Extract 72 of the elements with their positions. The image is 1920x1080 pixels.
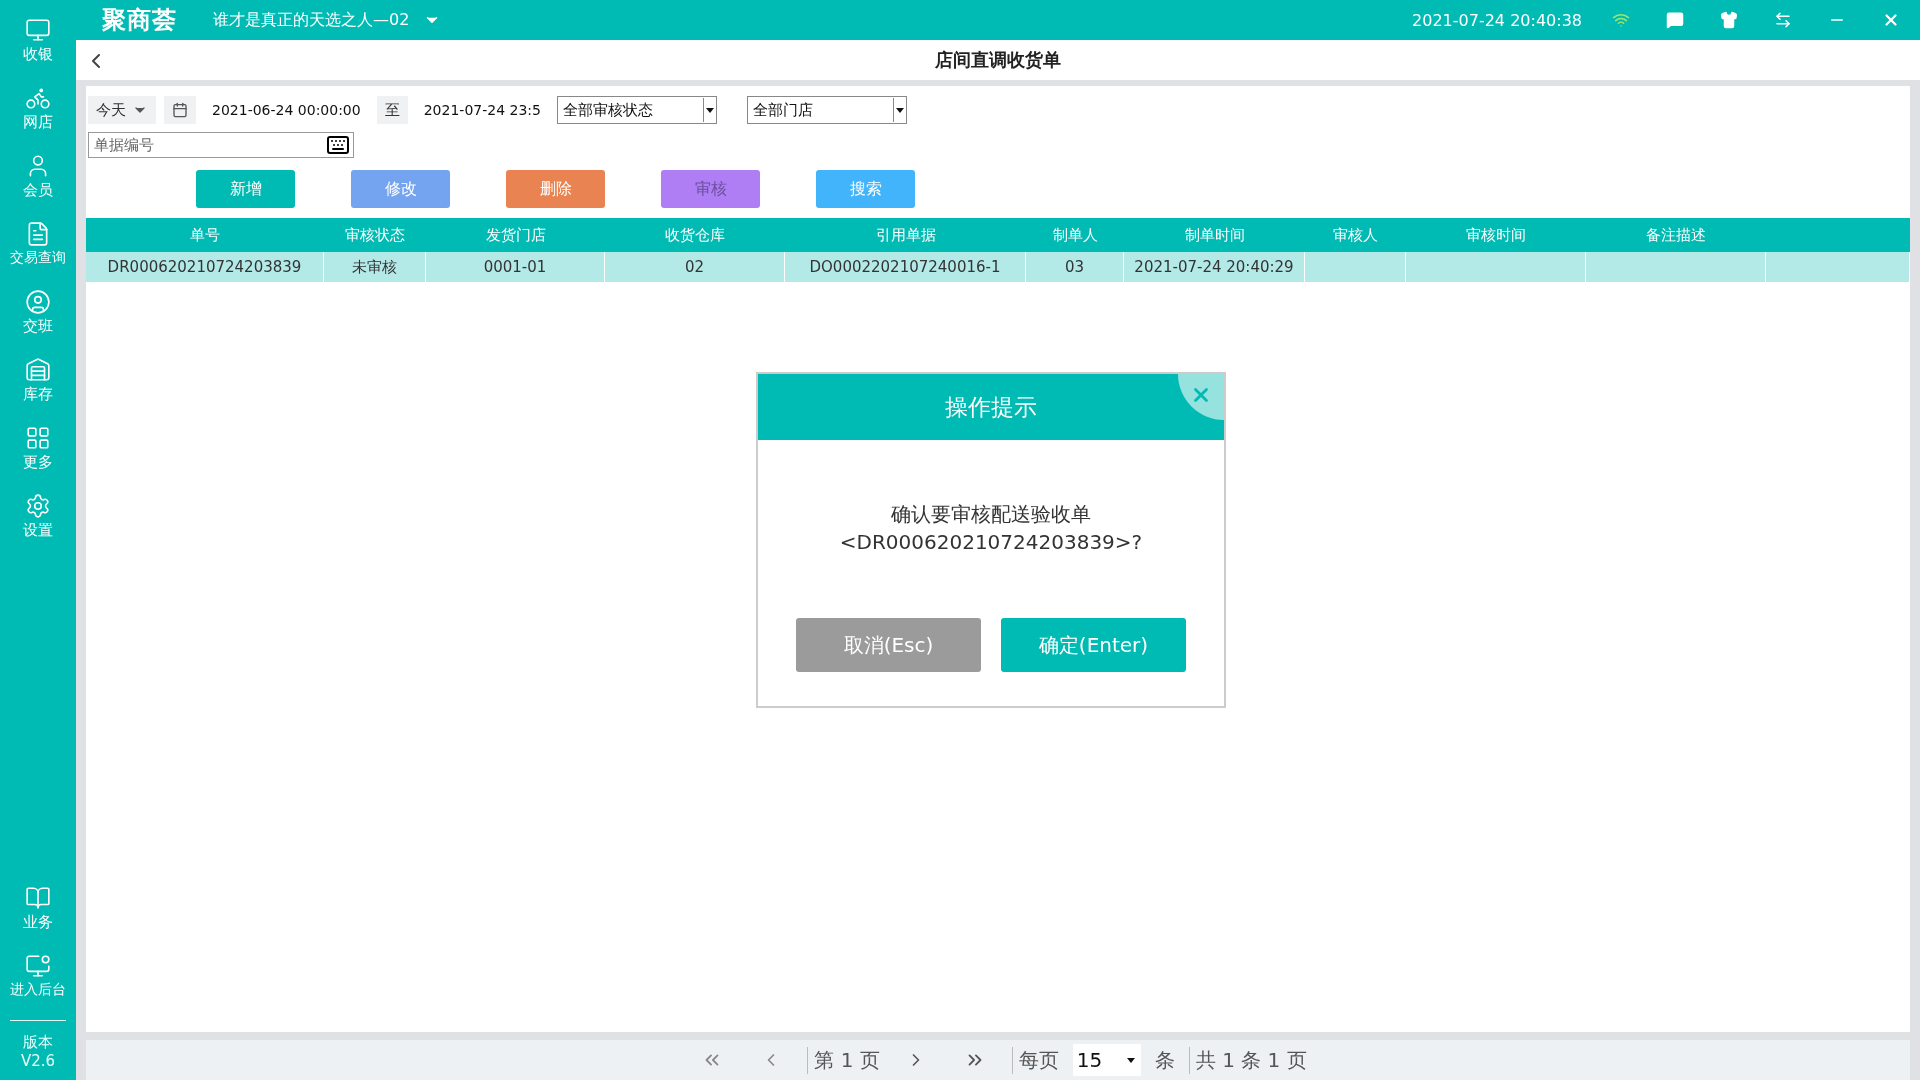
shirt-icon[interactable]: [1720, 11, 1738, 29]
keyboard-icon[interactable]: [326, 133, 350, 157]
table-cell: 03: [1026, 252, 1124, 282]
per-page-unit: 条: [1154, 1046, 1175, 1074]
grid-icon: [25, 424, 51, 451]
app-logo: 聚商荟: [102, 5, 177, 36]
table-cell: DO0002202107240016-1: [785, 252, 1026, 282]
column-header: 审核时间: [1465, 224, 1527, 246]
sidebar-item[interactable]: 库存: [23, 346, 53, 414]
sidebar-item[interactable]: 交班: [23, 278, 53, 346]
to-label: 至: [376, 96, 408, 124]
sidebar-item[interactable]: 设置: [23, 482, 53, 550]
per-page-dropdown[interactable]: 15: [1072, 1044, 1141, 1076]
date-to[interactable]: 2021-07-24 23:5: [415, 102, 549, 118]
column-header: 备注描述: [1645, 224, 1707, 246]
caret-icon: [1126, 1057, 1135, 1063]
sidebar-item[interactable]: 更多: [23, 414, 53, 482]
dialog-title: 操作提示: [945, 392, 1037, 422]
house-icon: [25, 356, 51, 383]
swap-icon[interactable]: [1774, 11, 1792, 29]
total-count: 共 1 条 1 页: [1188, 1046, 1307, 1074]
table-row[interactable]: DR000620210724203839 未审核 0001-01 02 DO0002202107240016-1 03 2021-07-24 20:40:29: [86, 252, 1910, 282]
sidebar-item[interactable]: 网店: [23, 74, 53, 142]
page-title: 店间直调收货单: [935, 48, 1061, 72]
calendar-icon: [172, 102, 188, 118]
store-dropdown[interactable]: 全部门店: [746, 96, 907, 124]
wifi-icon[interactable]: [1612, 11, 1630, 29]
status-dropdown[interactable]: 全部审核状态: [556, 96, 717, 124]
column-header: 制单人: [1051, 224, 1099, 246]
action-button[interactable]: 修改: [351, 170, 450, 208]
column-header: 单号: [189, 224, 221, 246]
cancel-button[interactable]: 取消(Esc): [796, 618, 981, 672]
action-button[interactable]: 新增: [196, 170, 295, 208]
book-icon: [25, 884, 51, 911]
caret-icon: [705, 107, 714, 113]
store-name[interactable]: 谁才是真正的天选之人—02: [213, 9, 410, 31]
table-cell: 未审核: [324, 252, 426, 282]
action-button[interactable]: 删除: [506, 170, 605, 208]
column-header: 审核状态: [344, 224, 406, 246]
caret-icon: [895, 107, 904, 113]
close-icon[interactable]: [1882, 11, 1900, 29]
table-cell: 02: [605, 252, 785, 282]
settings-icon: [25, 492, 51, 519]
sidebar-item[interactable]: 交易查询: [10, 210, 66, 278]
date-from[interactable]: 2021-06-24 00:00:00: [204, 102, 369, 118]
confirm-button[interactable]: 确定(Enter): [1001, 618, 1186, 672]
message-icon[interactable]: [1666, 11, 1684, 29]
column-header: 收货仓库: [664, 224, 726, 246]
column-header: 审核人: [1332, 224, 1379, 246]
period-dropdown[interactable]: 今天: [88, 96, 156, 124]
sidebar-item[interactable]: 会员: [23, 142, 53, 210]
calendar-button[interactable]: [164, 96, 196, 124]
user-circle-icon: [25, 288, 51, 315]
current-page: 第 1 页: [807, 1046, 880, 1074]
per-page-label: 每页: [1011, 1046, 1059, 1074]
action-button[interactable]: 搜索: [816, 170, 915, 208]
table-cell: DR000620210724203839: [86, 252, 324, 282]
monitor-icon: [25, 16, 51, 43]
monitor-icon: [25, 953, 51, 979]
column-header: 引用单据: [874, 224, 937, 246]
sidebar-item[interactable]: 收银: [23, 6, 53, 74]
table-cell: 0001-01: [426, 252, 605, 282]
column-header: 制单时间: [1183, 224, 1246, 246]
datetime: 2021-07-24 20:40:38: [1412, 10, 1582, 30]
dialog-message: 确认要审核配送验收单 <DR000620210724203839>?: [838, 501, 1144, 556]
version-number: V2.6: [20, 1052, 56, 1070]
order-number-field[interactable]: 单据编号: [88, 132, 354, 158]
table-cell: 2021-07-24 20:40:29: [1124, 252, 1305, 282]
column-header: 发货门店: [484, 224, 547, 246]
sidebar-item[interactable]: 业务: [23, 874, 53, 942]
sidebar-item[interactable]: 进入后台: [10, 942, 66, 1010]
version-label: 版本: [23, 1033, 53, 1052]
